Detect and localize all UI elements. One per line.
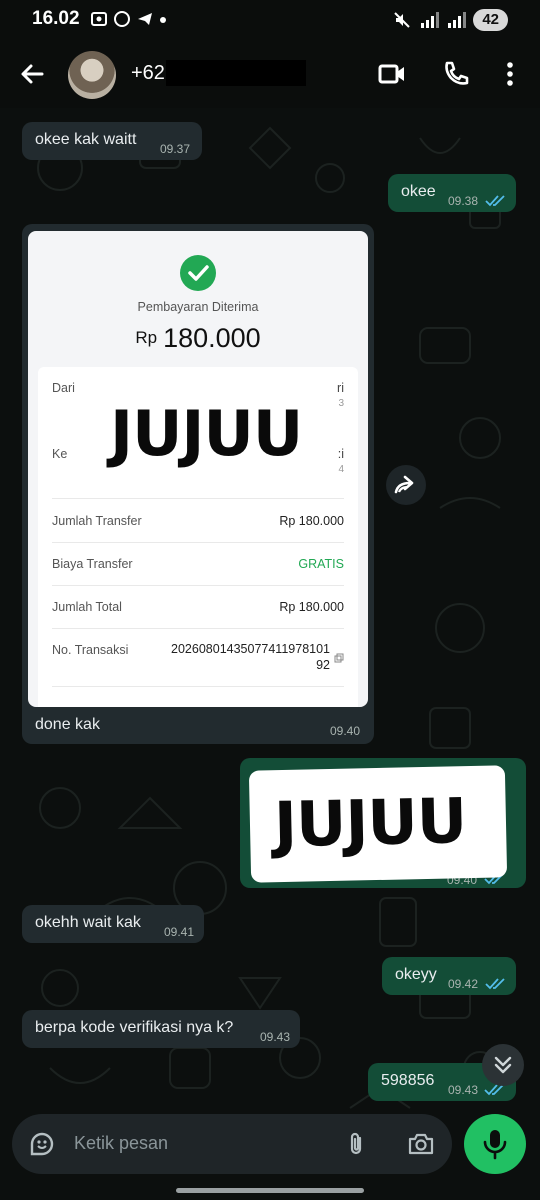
chat-header: +62 — [0, 40, 540, 108]
receipt-row-value: Rp 180.000 — [279, 514, 344, 528]
whatsapp-icon — [114, 11, 130, 27]
scroll-to-bottom-button[interactable] — [482, 1044, 524, 1086]
message-text: berpa kode verifikasi nya k? — [35, 1019, 234, 1036]
forward-icon — [394, 475, 414, 494]
receipt-row-value: GRATIS — [298, 557, 344, 571]
watermark-text: JUJUU — [110, 397, 303, 470]
voice-record-button[interactable] — [464, 1114, 526, 1174]
receipt-row-value: Rp 180.000 — [279, 600, 344, 614]
receipt-row-value: :i 4 — [337, 447, 344, 475]
receipt-row-transaction-no: No. Transaksi 202608014350774119781​01 92 — [52, 629, 344, 687]
double-check-icon — [485, 978, 505, 990]
forward-button[interactable] — [386, 465, 426, 505]
message-time: 09.43 — [448, 1083, 479, 1097]
payment-receipt-image[interactable]: Pembayaran Diterima Rp 180.000 Dari ri 3 K… — [28, 231, 368, 707]
signal-icon-2 — [448, 12, 467, 28]
double-chevron-down-icon — [494, 1056, 512, 1074]
receipt-row-label: Jumlah Total — [52, 600, 122, 614]
redaction-bar — [166, 60, 306, 86]
message-bubble-outgoing[interactable]: okee 09.38 — [388, 174, 516, 212]
mute-icon — [394, 12, 411, 28]
check-icon — [180, 255, 216, 291]
receipt-row-label: No. Transaksi — [52, 643, 129, 657]
shared-image[interactable]: JUJUU — [248, 765, 508, 883]
receipt-row-label: Biaya Transfer — [52, 557, 133, 571]
more-vert-icon[interactable] — [494, 58, 526, 90]
message-bubble-incoming[interactable]: okehh wait kak 09.41 — [22, 905, 204, 943]
transaction-number-line2: 92 — [316, 658, 330, 672]
receipt-title: Pembayaran Diterima — [137, 300, 259, 314]
message-bubble-incoming[interactable]: berpa kode verifikasi nya k? 09.43 — [22, 1010, 300, 1048]
double-check-icon — [485, 195, 505, 207]
avatar[interactable] — [68, 51, 116, 99]
watermark-text: JUJUU — [273, 784, 467, 862]
receipt-row-value: ri 3 — [337, 381, 344, 409]
message-text: okee kak waitt — [35, 131, 137, 148]
receipt-amount: Rp 180.000 — [28, 323, 368, 354]
status-right: 42 — [392, 9, 508, 31]
message-input-bar: Ketik pesan — [12, 1114, 452, 1174]
mic-icon — [483, 1130, 507, 1160]
attach-icon[interactable] — [342, 1130, 370, 1158]
copy-icon — [334, 653, 344, 663]
receipt-row-fee: Biaya Transfer GRATIS — [52, 543, 344, 586]
receipt-currency: Rp — [135, 328, 158, 347]
status-time: 16.02 — [32, 8, 80, 29]
message-text: okehh wait kak — [35, 914, 141, 931]
receipt-row-label: Dari — [52, 381, 75, 395]
message-text: okee — [401, 183, 436, 200]
message-time: 09.43 — [259, 1030, 290, 1044]
receipt-amount-value: 180.000 — [163, 323, 261, 353]
notification-icons — [90, 10, 167, 28]
telegram-icon — [138, 13, 152, 25]
status-bar: 16.02 42 — [0, 0, 540, 40]
receipt-row-label: Ke — [52, 447, 68, 461]
signal-icon — [421, 12, 440, 28]
message-text: okeyy — [395, 966, 437, 983]
contact-name[interactable]: +62 — [131, 62, 165, 85]
message-time: 09.41 — [163, 925, 194, 939]
message-bubble-incoming[interactable]: okee kak waitt 09.37 — [22, 122, 202, 160]
battery-badge: 42 — [473, 9, 508, 31]
message-bubble-outgoing[interactable]: okeyy 09.42 — [382, 957, 516, 995]
sticker-icon[interactable] — [28, 1130, 56, 1158]
message-text: 598856 — [381, 1072, 435, 1089]
receipt-row-label: Jumlah Transfer — [52, 514, 142, 528]
message-input[interactable]: Ketik pesan — [74, 1133, 168, 1154]
message-time: 09.42 — [448, 977, 479, 991]
dot-icon — [160, 17, 166, 23]
gesture-nav-bar[interactable] — [176, 1188, 364, 1193]
camera-icon[interactable] — [406, 1130, 436, 1158]
receipt-row-value: 202608014350774119781​01 92 — [171, 641, 330, 673]
receipt-row-transfer-amount: Jumlah Transfer Rp 180.000 — [52, 500, 344, 543]
phone-icon[interactable] — [440, 58, 472, 90]
transaction-number-line1: 202608014350774119781​01 — [171, 642, 330, 656]
message-time: 09.38 — [448, 194, 479, 208]
message-caption: done kak — [35, 716, 100, 733]
message-time: 09.37 — [159, 142, 190, 156]
receipt-row-total: Jumlah Total Rp 180.000 — [52, 586, 344, 629]
screenshot-icon — [91, 12, 107, 26]
video-call-icon[interactable] — [376, 58, 408, 90]
message-time: 09.40 — [329, 724, 360, 738]
back-arrow-icon[interactable] — [16, 58, 48, 90]
